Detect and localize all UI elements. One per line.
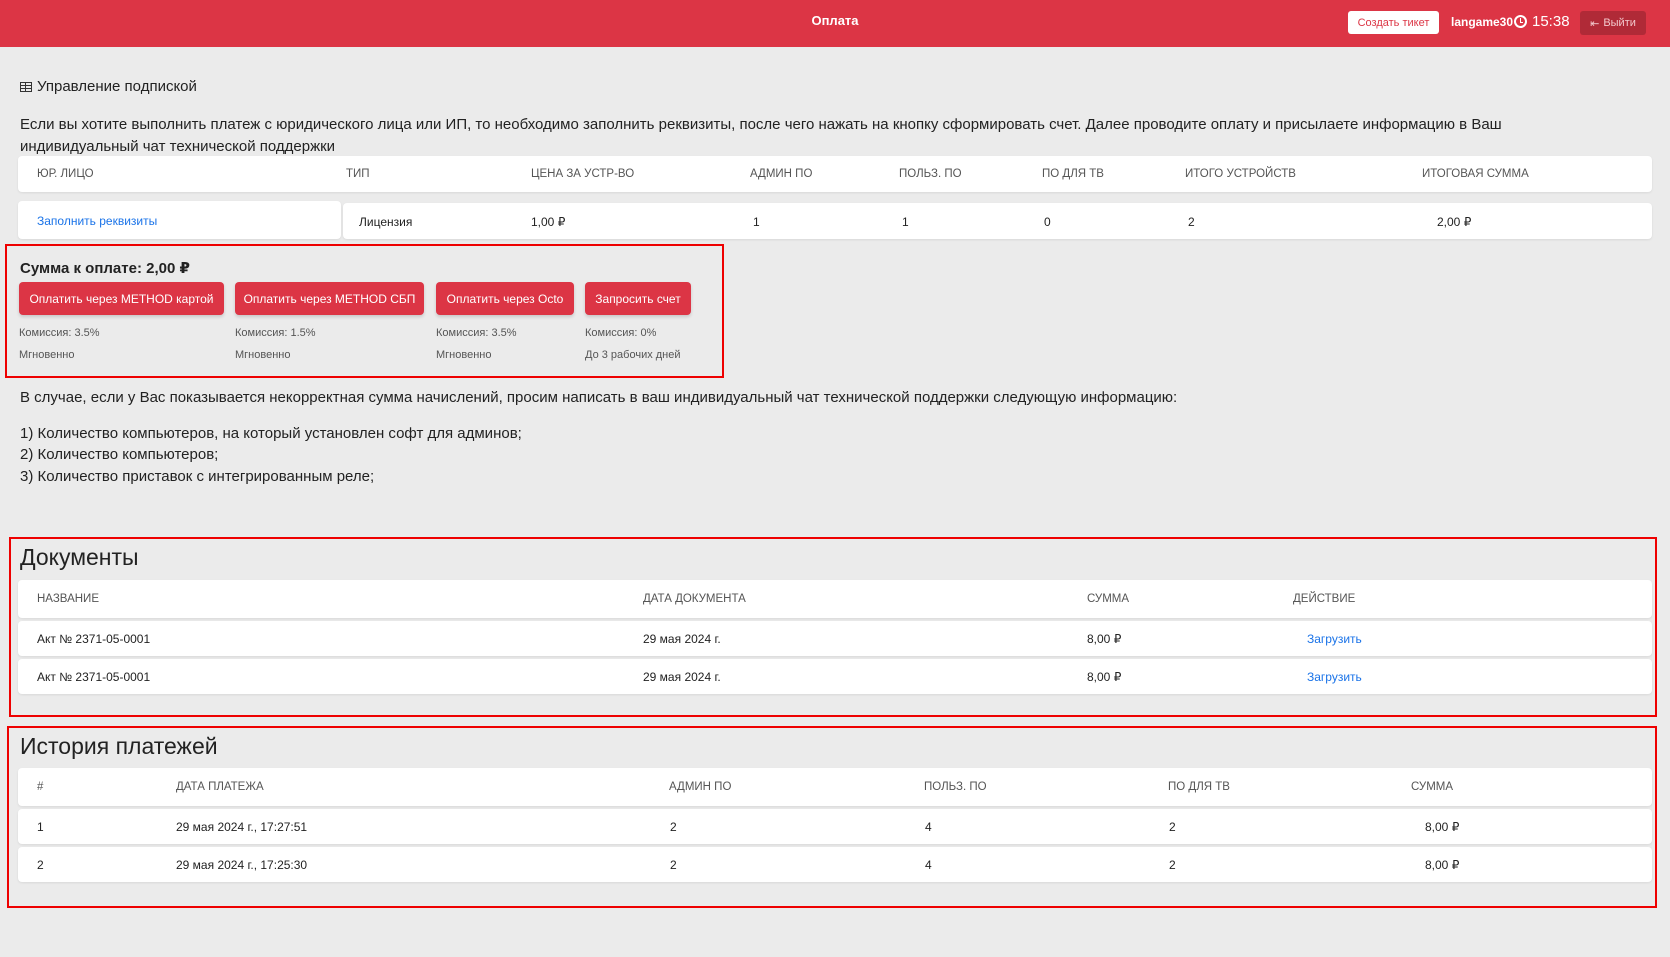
history-user: 4 [925, 858, 932, 872]
doc-col-date: ДАТА ДОКУМЕНТА [643, 593, 746, 605]
history-tv: 2 [1169, 820, 1176, 834]
clock-time: 15:38 [1532, 13, 1570, 30]
subscription-intro: Если вы хотите выполнить платеж с юридич… [20, 116, 1502, 155]
fee-invoice: Комиссия: 0% [585, 327, 657, 339]
pay-octo-button[interactable]: Оплатить через Octo [436, 282, 574, 315]
pay-method-sbp-button[interactable]: Оплатить через METHOD СБП [235, 282, 424, 315]
document-download-link[interactable]: Загрузить [1307, 670, 1362, 684]
fee-sbp: Комиссия: 1.5% [235, 327, 316, 339]
logout-button[interactable]: ⇤ Выйти [1580, 11, 1646, 35]
documents-title: Документы [20, 544, 139, 570]
history-admin: 2 [670, 858, 677, 872]
col-admin: АДМИН ПО [750, 168, 813, 180]
pay-method-card-button[interactable]: Оплатить через METHOD картой [19, 282, 224, 315]
document-row: Акт № 2371-05-0001 29 мая 2024 г. 8,00 ₽… [18, 659, 1652, 694]
col-total-sum: ИТОГОВАЯ СУММА [1422, 168, 1529, 180]
table-icon [20, 81, 32, 92]
logout-icon: ⇤ [1590, 17, 1600, 30]
hist-col-num: # [37, 781, 44, 793]
request-invoice-button[interactable]: Запросить счет [585, 282, 691, 315]
payment-sum: Сумма к оплате: 2,00 ₽ [20, 260, 190, 277]
document-row: Акт № 2371-05-0001 29 мая 2024 г. 8,00 ₽… [18, 621, 1652, 656]
hist-col-admin: АДМИН ПО [669, 781, 732, 793]
document-sum: 8,00 ₽ [1087, 670, 1122, 684]
documents-table-header: НАЗВАНИЕ ДАТА ДОКУМЕНТА СУММА ДЕЙСТВИЕ [18, 580, 1652, 618]
document-date: 29 мая 2024 г. [643, 670, 721, 684]
subscription-row-legal-cell: Заполнить реквизиты [18, 201, 341, 239]
clock-icon [1514, 15, 1527, 28]
col-user: ПОЛЬЗ. ПО [899, 168, 962, 180]
history-row: 1 29 мая 2024 г., 17:27:51 2 4 2 8,00 ₽ [18, 809, 1652, 844]
history-sum: 8,00 ₽ [1425, 820, 1460, 834]
history-sum: 8,00 ₽ [1425, 858, 1460, 872]
history-row: 2 29 мая 2024 г., 17:25:30 2 4 2 8,00 ₽ [18, 847, 1652, 882]
doc-col-action: ДЕЙСТВИЕ [1293, 593, 1356, 605]
history-date: 29 мая 2024 г., 17:25:30 [176, 858, 308, 872]
history-num: 1 [37, 820, 44, 834]
row-total-devices: 2 [1188, 215, 1195, 229]
clock: 15:38 [1514, 13, 1570, 30]
logout-label: Выйти [1603, 17, 1636, 29]
notice-item-2: 2) Количество компьютеров; [20, 446, 219, 463]
col-tv: ПО ДЛЯ ТВ [1042, 168, 1104, 180]
subscription-row: Лицензия 1,00 ₽ 1 1 0 2 2,00 ₽ [343, 203, 1652, 239]
top-bar: Оплата Создать тикет langame30 15:38 ⇤ В… [0, 0, 1670, 47]
history-table-header: # ДАТА ПЛАТЕЖА АДМИН ПО ПОЛЬЗ. ПО ПО ДЛЯ… [18, 768, 1652, 806]
create-ticket-button[interactable]: Создать тикет [1348, 11, 1439, 34]
document-date: 29 мая 2024 г. [643, 632, 721, 646]
row-type: Лицензия [359, 215, 413, 229]
notice-text: В случае, если у Вас показывается некорр… [20, 389, 1178, 406]
row-user: 1 [902, 215, 909, 229]
notice-item-1: 1) Количество компьютеров, на который ус… [20, 425, 522, 442]
subscription-heading-text: Управление подпиской [37, 78, 197, 95]
time-octo: Мгновенно [436, 349, 492, 361]
hist-col-sum: СУММА [1411, 781, 1454, 793]
time-card: Мгновенно [19, 349, 75, 361]
doc-col-name: НАЗВАНИЕ [37, 593, 99, 605]
document-download-link[interactable]: Загрузить [1307, 632, 1362, 646]
history-tv: 2 [1169, 858, 1176, 872]
fee-octo: Комиссия: 3.5% [436, 327, 517, 339]
fee-card: Комиссия: 3.5% [19, 327, 100, 339]
document-name: Акт № 2371-05-0001 [37, 670, 151, 684]
row-tv: 0 [1044, 215, 1051, 229]
history-user: 4 [925, 820, 932, 834]
history-title: История платежей [20, 733, 218, 759]
row-price: 1,00 ₽ [531, 215, 566, 229]
history-date: 29 мая 2024 г., 17:27:51 [176, 820, 308, 834]
username[interactable]: langame30 [1451, 15, 1513, 29]
row-total-sum: 2,00 ₽ [1437, 215, 1472, 229]
subscription-table-header: ЮР. ЛИЦО ТИП ЦЕНА ЗА УСТР-ВО АДМИН ПО ПО… [18, 156, 1652, 192]
col-legal: ЮР. ЛИЦО [37, 168, 94, 180]
col-price: ЦЕНА ЗА УСТР-ВО [531, 168, 635, 180]
hist-col-date: ДАТА ПЛАТЕЖА [176, 781, 264, 793]
time-sbp: Мгновенно [235, 349, 291, 361]
subscription-heading: Управление подпиской [20, 78, 197, 95]
doc-col-sum: СУММА [1087, 593, 1130, 605]
history-admin: 2 [670, 820, 677, 834]
document-sum: 8,00 ₽ [1087, 632, 1122, 646]
notice-item-3: 3) Количество приставок с интегрированны… [20, 468, 375, 485]
col-total-devices: ИТОГО УСТРОЙСТВ [1185, 168, 1296, 180]
hist-col-user: ПОЛЬЗ. ПО [924, 781, 987, 793]
col-type: ТИП [346, 168, 370, 180]
fill-requisites-link[interactable]: Заполнить реквизиты [37, 214, 157, 228]
row-admin: 1 [753, 215, 760, 229]
history-num: 2 [37, 858, 44, 872]
document-name: Акт № 2371-05-0001 [37, 632, 151, 646]
hist-col-tv: ПО ДЛЯ ТВ [1168, 781, 1230, 793]
time-invoice: До 3 рабочих дней [585, 349, 681, 361]
